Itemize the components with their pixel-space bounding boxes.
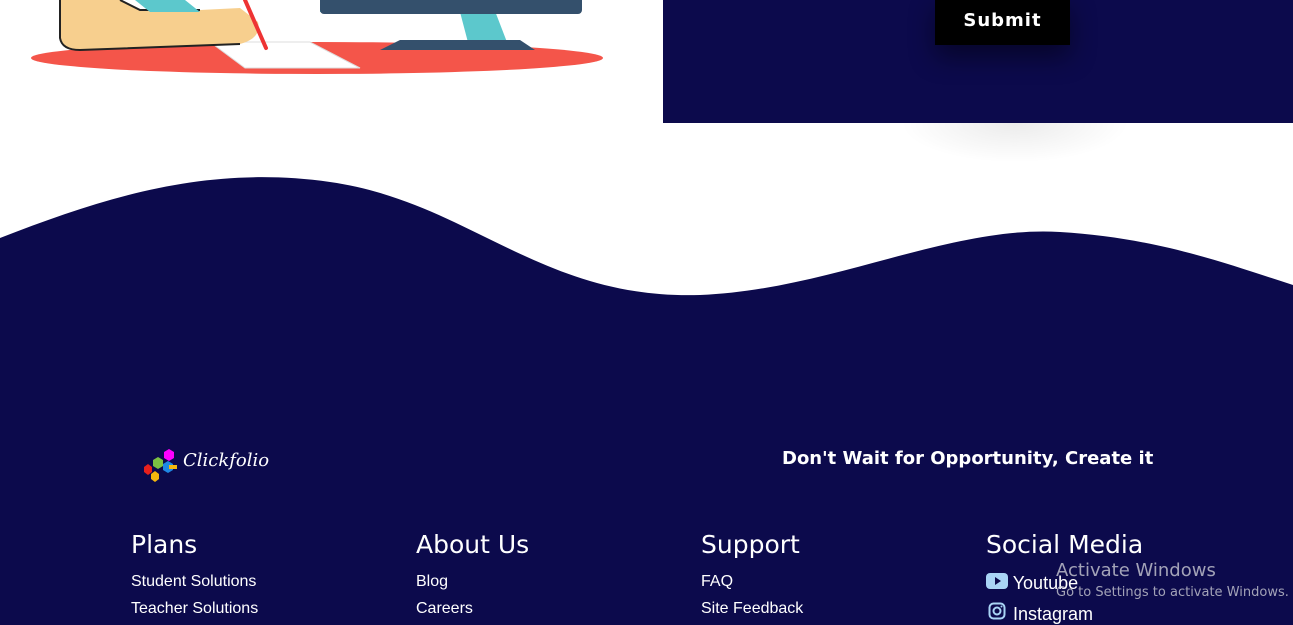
illustration — [31, 0, 603, 74]
link-site-feedback[interactable]: Site Feedback — [701, 600, 803, 618]
link-instagram[interactable]: Instagram — [986, 602, 1143, 625]
link-label: Instagram — [1013, 604, 1094, 624]
youtube-icon — [986, 573, 1008, 589]
link-blog[interactable]: Blog — [416, 573, 529, 591]
link-careers[interactable]: Careers — [416, 600, 529, 618]
logo-hexagons-icon — [144, 449, 177, 482]
submit-shadow — [900, 123, 1130, 163]
activate-title: Activate Windows — [1056, 560, 1216, 581]
link-faq[interactable]: FAQ — [701, 573, 803, 591]
footer-column-support: Support FAQ Site Feedback — [701, 530, 803, 625]
instagram-icon — [986, 602, 1008, 620]
column-title: Social Media — [986, 530, 1144, 559]
windows-activation-watermark: Activate Windows Go to Settings to activ… — [1056, 560, 1289, 600]
brand-logo[interactable]: Clickfolio — [138, 446, 278, 484]
footer-column-about-us: About Us Blog Careers — [416, 530, 529, 625]
contact-form-panel: Submit — [663, 0, 1293, 123]
column-title: Plans — [131, 530, 198, 559]
footer-tagline: Don't Wait for Opportunity, Create it — [782, 448, 1154, 469]
activate-subtitle: Go to Settings to activate Windows. — [1056, 585, 1289, 600]
brand-name: Clickfolio — [183, 450, 270, 471]
wave-divider — [0, 177, 1293, 330]
column-title: About Us — [416, 530, 530, 559]
column-title: Support — [701, 530, 800, 559]
link-teacher-solutions[interactable]: Teacher Solutions — [131, 600, 258, 618]
footer-column-plans: Plans Student Solutions Teacher Solution… — [131, 530, 258, 625]
link-student-solutions[interactable]: Student Solutions — [131, 573, 258, 591]
submit-button[interactable]: Submit — [935, 0, 1070, 45]
